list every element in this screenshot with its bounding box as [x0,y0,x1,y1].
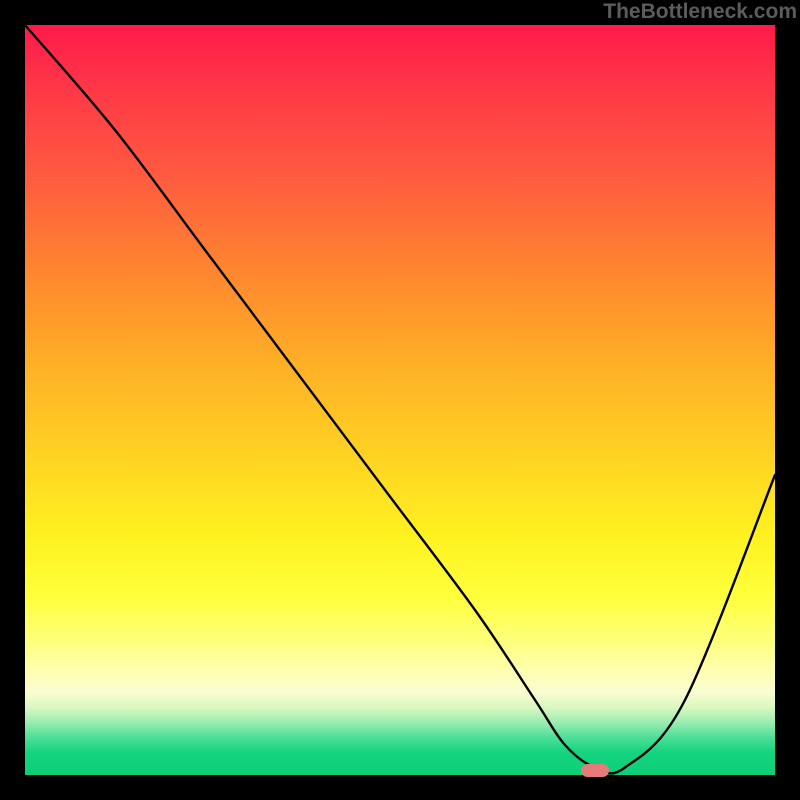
curve-path [25,25,775,773]
optimal-marker [581,764,609,777]
bottleneck-curve [25,25,775,775]
watermark-text: TheBottleneck.com [603,0,797,24]
